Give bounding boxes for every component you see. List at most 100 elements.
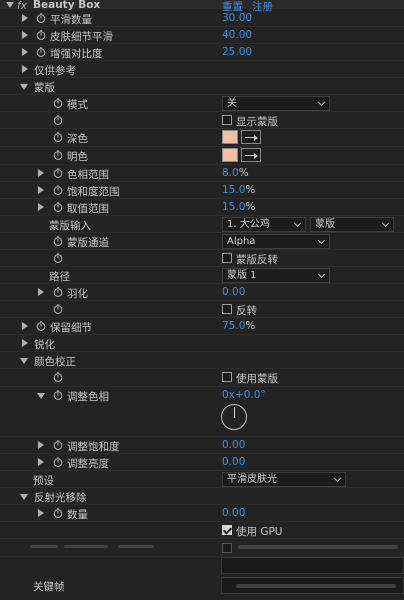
expand-arrow-icon[interactable] <box>22 48 28 56</box>
param-row-mode: 模式 关 <box>0 95 404 112</box>
expand-arrow-icon[interactable] <box>22 339 28 347</box>
color-swatch[interactable] <box>222 148 238 162</box>
stopwatch-icon[interactable] <box>53 202 63 212</box>
collapse-arrow-icon[interactable] <box>20 84 28 90</box>
stopwatch-icon[interactable] <box>53 508 63 518</box>
group-label: 蒙版 <box>34 82 55 94</box>
param-value[interactable]: 15.0% <box>222 184 255 196</box>
expand-arrow-icon[interactable] <box>22 14 28 22</box>
param-label: 增强对比度 <box>50 48 103 60</box>
group-row-glare-remove[interactable]: 反射光移除 <box>0 488 404 505</box>
param-value[interactable]: 30.00 <box>222 12 252 24</box>
stopwatch-icon[interactable] <box>53 253 63 263</box>
param-row-invert: 反转 <box>0 301 404 318</box>
param-row-hue-range: 色相范围 8.0% <box>0 165 404 182</box>
param-value[interactable]: 0.00 <box>222 456 245 468</box>
param-row-adjust-sat: 调整饱和度 0.00 <box>0 437 404 454</box>
preset-dropdown[interactable]: 平滑皮肤光 <box>222 472 346 487</box>
eyedropper-icon[interactable] <box>241 148 261 162</box>
expand-arrow-icon[interactable] <box>38 509 44 517</box>
group-row-ref-only[interactable]: 仅供参考 <box>0 61 404 78</box>
expand-arrow-icon[interactable] <box>38 203 44 211</box>
param-row-adjust-hue: 调整色相 0x+0.0° <box>0 387 404 437</box>
chevron-down-icon <box>317 236 326 245</box>
param-label: 蒙版通道 <box>67 237 109 249</box>
expand-arrow-icon[interactable] <box>38 441 44 449</box>
param-label: 关键帧 <box>33 581 65 593</box>
stopwatch-icon[interactable] <box>36 321 46 331</box>
color-swatch[interactable] <box>222 130 238 144</box>
use-mask-checkbox[interactable] <box>222 372 232 382</box>
invert-checkbox[interactable] <box>222 304 232 314</box>
param-label: 调整色相 <box>67 391 109 403</box>
param-value[interactable]: 25.00 <box>222 46 252 58</box>
value-unit: % <box>238 167 249 179</box>
mask-invert-checkbox[interactable] <box>222 253 232 263</box>
hue-angle-dial[interactable] <box>221 404 247 430</box>
obscured-input[interactable] <box>221 557 404 574</box>
collapse-arrow-icon[interactable] <box>37 393 45 399</box>
stopwatch-icon[interactable] <box>36 13 46 23</box>
collapse-arrow-icon[interactable] <box>20 358 28 364</box>
stopwatch-icon[interactable] <box>53 132 63 142</box>
param-value[interactable]: 0.00 <box>222 507 245 519</box>
mask-source-dropdown[interactable]: 蒙版 <box>310 217 394 232</box>
param-row-smooth-amount: 平滑数量 30.00 <box>0 10 404 27</box>
value-number: 15.0 <box>222 184 246 196</box>
expand-arrow-icon[interactable] <box>22 65 28 73</box>
stopwatch-icon[interactable] <box>53 457 63 467</box>
stopwatch-icon[interactable] <box>36 47 46 57</box>
expand-arrow-icon[interactable] <box>22 322 28 330</box>
param-row-mask-invert: 蒙版反转 <box>0 250 404 267</box>
param-row-adjust-bright: 调整亮度 0.00 <box>0 454 404 471</box>
stopwatch-icon[interactable] <box>53 390 63 400</box>
param-label: 平滑数量 <box>50 14 92 26</box>
blurred-text <box>238 545 398 549</box>
effect-header[interactable]: fx Beauty Box 重置 注册 <box>0 0 404 13</box>
stopwatch-icon[interactable] <box>53 150 63 160</box>
stopwatch-icon[interactable] <box>53 168 63 178</box>
expand-arrow-icon[interactable] <box>22 31 28 39</box>
param-label: 饱和度范围 <box>67 186 120 198</box>
param-value[interactable]: 0.00 <box>222 439 245 451</box>
checkbox-label: 显示蒙版 <box>236 116 278 128</box>
path-dropdown[interactable]: 蒙版 1 <box>222 268 330 283</box>
param-value[interactable]: 0x+0.0° <box>222 389 266 401</box>
group-row-sharpen[interactable]: 锐化 <box>0 335 404 352</box>
blurred-text <box>64 545 108 548</box>
mask-channel-dropdown[interactable]: Alpha <box>222 234 330 249</box>
group-row-mask[interactable]: 蒙版 <box>0 78 404 95</box>
param-value[interactable]: 0.00 <box>222 286 245 298</box>
stopwatch-icon[interactable] <box>53 287 63 297</box>
show-mask-checkbox[interactable] <box>222 115 232 125</box>
param-value[interactable]: 40.00 <box>222 29 252 41</box>
stopwatch-icon[interactable] <box>53 115 63 125</box>
param-label: 保留细节 <box>50 322 92 334</box>
param-label: 皮肤细节平滑 <box>50 31 113 43</box>
group-row-color-correct[interactable]: 颜色校正 <box>0 352 404 369</box>
stopwatch-icon[interactable] <box>53 98 63 108</box>
stopwatch-icon[interactable] <box>53 440 63 450</box>
use-gpu-checkbox[interactable] <box>222 525 232 535</box>
expand-arrow-icon[interactable] <box>38 288 44 296</box>
mask-layer-dropdown[interactable]: 1. 大公鸡 <box>222 217 306 232</box>
stopwatch-icon[interactable] <box>53 304 63 314</box>
expand-arrow-icon[interactable] <box>38 458 44 466</box>
expand-arrow-icon[interactable] <box>38 186 44 194</box>
stopwatch-icon[interactable] <box>53 372 63 382</box>
param-value[interactable]: 15.0% <box>222 201 255 213</box>
dropdown-value: 平滑皮肤光 <box>227 474 277 485</box>
param-value[interactable]: 8.0% <box>222 167 249 179</box>
eyedropper-icon[interactable] <box>241 130 261 144</box>
stopwatch-icon[interactable] <box>36 30 46 40</box>
collapse-arrow-icon[interactable] <box>20 494 28 500</box>
stopwatch-icon[interactable] <box>53 185 63 195</box>
param-label: 取值范围 <box>67 203 109 215</box>
mode-dropdown[interactable]: 关 <box>222 96 330 111</box>
param-value[interactable]: 75.0% <box>222 320 255 332</box>
checkbox-label: 反转 <box>236 305 257 317</box>
expand-arrow-icon[interactable] <box>38 169 44 177</box>
obscured-checkbox[interactable] <box>222 543 232 553</box>
collapse-arrow-icon[interactable] <box>6 2 14 8</box>
stopwatch-icon[interactable] <box>53 236 63 246</box>
